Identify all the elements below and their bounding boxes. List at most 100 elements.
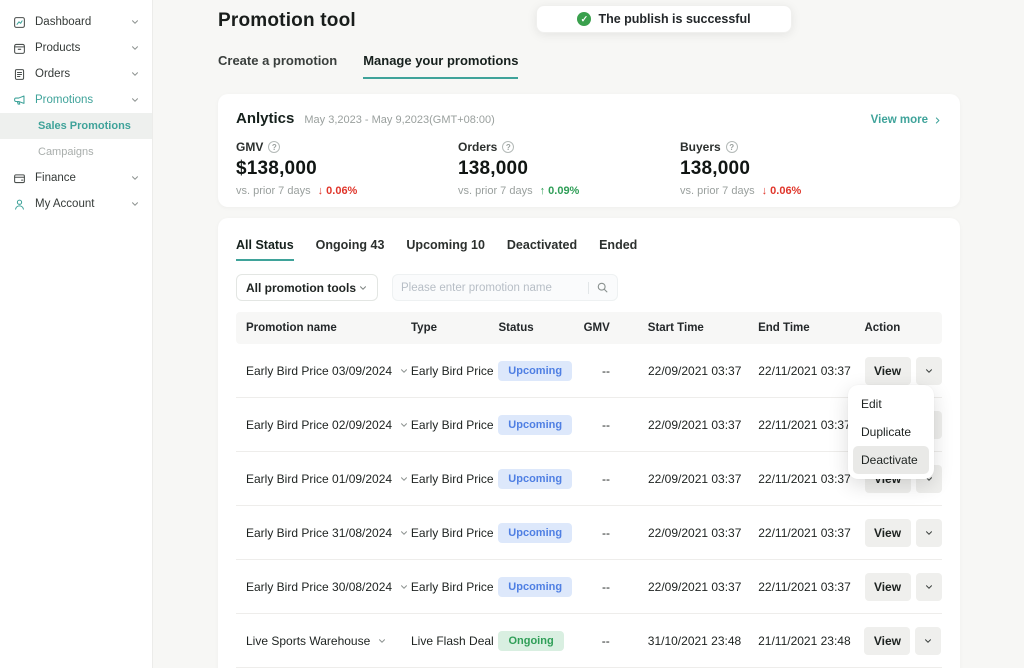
- end-time: 22/11/2021 03:37: [758, 580, 864, 594]
- chevron-down-icon: [130, 199, 140, 209]
- menu-item-duplicate[interactable]: Duplicate: [853, 418, 929, 446]
- sidebar-item-orders[interactable]: Orders: [0, 61, 152, 87]
- metric-delta: ↑ 0.09%: [540, 185, 580, 197]
- table-row: Early Bird Price 30/08/2024 Early Bird Pr…: [236, 560, 942, 614]
- sidebar-item-sales-promotions[interactable]: Sales Promotions: [0, 113, 152, 139]
- metric-buyers: Buyers?138,000vs. prior 7 days↓ 0.06%: [680, 140, 902, 197]
- gmv-cell: --: [564, 418, 616, 432]
- promotion-name: Live Sports Warehouse: [246, 634, 370, 648]
- view-button[interactable]: View: [865, 519, 911, 547]
- menu-item-deactivate[interactable]: Deactivate: [853, 446, 929, 474]
- metric-delta: ↓ 0.06%: [762, 185, 802, 197]
- tab-create-a-promotion[interactable]: Create a promotion: [218, 53, 337, 79]
- promotions-table: Promotion nameTypeStatusGMVStart TimeEnd…: [236, 312, 942, 668]
- column-header-status: Status: [498, 322, 564, 334]
- column-header-end-time: End Time: [758, 322, 864, 334]
- chevron-down-icon: [130, 43, 140, 53]
- metric-compare: vs. prior 7 days↓ 0.06%: [236, 185, 458, 197]
- promotion-name-cell[interactable]: Early Bird Price 01/09/2024: [236, 472, 411, 486]
- table-row: Early Bird Price 31/08/2024Early Bird Pr…: [236, 506, 942, 560]
- toast-message: The publish is successful: [598, 12, 750, 26]
- status-cell: Upcoming: [498, 577, 564, 597]
- promotion-name-cell[interactable]: Early Bird Price 03/09/2024: [236, 364, 411, 378]
- action-dropdown-button[interactable]: [915, 627, 941, 655]
- metric-gmv: GMV?$138,000vs. prior 7 days↓ 0.06%: [236, 140, 458, 197]
- promotion-name: Early Bird Price 30/08/2024: [246, 580, 392, 594]
- status-tab-ended[interactable]: Ended: [599, 238, 637, 261]
- view-button[interactable]: View: [864, 627, 910, 655]
- sidebar-subitem-label: Campaigns: [38, 146, 94, 158]
- products-icon: [12, 41, 26, 55]
- action-dropdown-button[interactable]: [916, 573, 942, 601]
- megaphone-icon: [12, 93, 26, 107]
- search-divider: [588, 282, 589, 294]
- view-button[interactable]: View: [865, 573, 911, 601]
- end-time: 22/11/2021 03:37: [758, 364, 864, 378]
- promotion-name-cell[interactable]: Early Bird Price 30/08/2024: [236, 580, 411, 594]
- status-cell: Upcoming: [498, 415, 564, 435]
- metric-delta: ↓ 0.06%: [318, 185, 358, 197]
- status-tab-deactivated[interactable]: Deactivated: [507, 238, 577, 261]
- chevron-down-icon: [399, 366, 409, 376]
- promotion-search-input[interactable]: [401, 282, 584, 294]
- promotion-name-cell[interactable]: Early Bird Price 31/08/2024: [236, 526, 411, 540]
- chevron-down-icon: [377, 636, 387, 646]
- status-cell: Ongoing: [498, 631, 564, 651]
- promotion-tools-dropdown-value: All promotion tools: [246, 281, 356, 295]
- column-header-gmv: GMV: [564, 322, 616, 334]
- help-icon[interactable]: ?: [268, 141, 280, 153]
- status-tab-ongoing-43[interactable]: Ongoing 43: [316, 238, 385, 261]
- status-badge: Upcoming: [498, 523, 572, 543]
- view-button[interactable]: View: [865, 357, 911, 385]
- status-badge: Upcoming: [498, 577, 572, 597]
- help-icon[interactable]: ?: [726, 141, 738, 153]
- promotion-name: Early Bird Price 02/09/2024: [246, 418, 392, 432]
- status-tab-all-status[interactable]: All Status: [236, 238, 294, 261]
- action-cell: View: [865, 573, 942, 601]
- start-time: 22/09/2021 03:37: [616, 472, 758, 486]
- chevron-down-icon: [130, 95, 140, 105]
- sidebar-item-products[interactable]: Products: [0, 35, 152, 61]
- action-dropdown-button[interactable]: [916, 357, 942, 385]
- gmv-cell: --: [564, 634, 616, 648]
- promotion-search-box: [392, 274, 618, 301]
- promotion-type: Early Bird Price: [411, 580, 498, 594]
- search-icon[interactable]: [596, 281, 609, 294]
- view-more-link[interactable]: View more: [871, 114, 942, 126]
- status-tab-upcoming-10[interactable]: Upcoming 10: [406, 238, 485, 261]
- gmv-cell: --: [564, 364, 616, 378]
- metric-label: Orders: [458, 140, 497, 154]
- status-tabs: All Status Ongoing 43 Upcoming 10 Deactivat…: [236, 238, 942, 261]
- column-header-start-time: Start Time: [616, 322, 758, 334]
- chevron-right-icon: [933, 116, 942, 125]
- promotion-type: Early Bird Price: [411, 418, 498, 432]
- sidebar-item-campaigns[interactable]: Campaigns: [0, 139, 152, 165]
- sidebar-item-dashboard[interactable]: Dashboard: [0, 9, 152, 35]
- table-header: Promotion nameTypeStatusGMVStart TimeEnd…: [236, 312, 942, 344]
- metric-label-row: Orders?: [458, 140, 680, 154]
- tab-manage-your-promotions[interactable]: Manage your promotions: [363, 53, 518, 79]
- sidebar-item-my-account[interactable]: My Account: [0, 191, 152, 217]
- promotion-tools-dropdown[interactable]: All promotion tools: [236, 274, 378, 301]
- promotion-name-cell[interactable]: Live Sports Warehouse: [236, 634, 411, 648]
- metric-label: GMV: [236, 140, 263, 154]
- sidebar-item-promotions[interactable]: Promotions: [0, 87, 152, 113]
- metric-label: Buyers: [680, 140, 721, 154]
- table-row: Early Bird Price 03/09/2024Early Bird Pr…: [236, 344, 942, 398]
- success-toast: ✓ The publish is successful: [536, 5, 792, 33]
- help-icon[interactable]: ?: [502, 141, 514, 153]
- chevron-down-icon: [130, 173, 140, 183]
- action-cell: View: [864, 627, 942, 655]
- action-dropdown-button[interactable]: [916, 519, 942, 547]
- promotion-name: Early Bird Price 01/09/2024: [246, 472, 392, 486]
- status-badge: Ongoing: [498, 631, 563, 651]
- metric-compare-label: vs. prior 7 days: [458, 185, 533, 197]
- menu-item-edit[interactable]: Edit: [853, 390, 929, 418]
- sidebar-item-finance[interactable]: Finance: [0, 165, 152, 191]
- promotion-name-cell[interactable]: Early Bird Price 02/09/2024: [236, 418, 411, 432]
- sidebar-item-label: Finance: [35, 172, 76, 184]
- main-content: Promotion tool ✓ The publish is successf…: [153, 0, 1024, 668]
- column-header-promotion-name: Promotion name: [236, 322, 411, 334]
- chevron-down-icon: [358, 283, 368, 293]
- promotion-name: Early Bird Price 31/08/2024: [246, 526, 392, 540]
